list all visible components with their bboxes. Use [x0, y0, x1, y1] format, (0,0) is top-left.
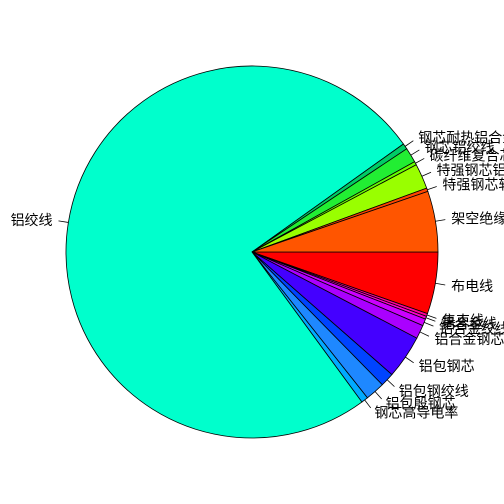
slice-label: 特强钢芯软铝	[442, 177, 504, 193]
slice-leader-line	[424, 321, 434, 327]
slice-label: 铝包钢芯	[419, 359, 475, 375]
slice-leader-line	[410, 149, 420, 156]
slice-leader-line	[374, 391, 382, 400]
slice-label: 铝绞线	[11, 212, 53, 229]
slice-label: 特强钢芯铝合金	[437, 163, 504, 179]
slice-label: 钢芯高导电率	[374, 405, 458, 422]
slice-leader-line	[405, 356, 414, 364]
slice-label: 铝合金钢芯	[434, 332, 504, 348]
slice-leader-line	[386, 379, 395, 387]
slice-label: 布电线	[451, 279, 493, 295]
pie-chart-canvas: 布电线集束线铝合金线铝合金绞线铝合金钢芯铝包钢芯铝包钢绞线铝包殷钢芯钢芯高导电率…	[11, 65, 504, 439]
slice-leader-line	[425, 317, 436, 322]
slice-leader-line	[427, 186, 437, 191]
slice-leader-line	[421, 171, 432, 177]
slice-leader-line	[415, 158, 425, 164]
slice-leader-line	[364, 399, 372, 409]
slice-leader-line	[435, 219, 446, 222]
slice-label: 架空绝缘线	[451, 212, 504, 228]
slice-leader-line	[435, 282, 446, 286]
pie-chart: 布电线 集束线 铝合金线 铝合金绞线 铝合金钢芯 铝包钢芯 铝包钢绞线 铝包殷钢芯 钢芯高导电率…	[0, 0, 504, 504]
slice-leader-line	[426, 314, 437, 319]
slice-leader-line	[58, 220, 69, 223]
slices-layer	[65, 65, 439, 439]
slice-leader-line	[419, 331, 430, 337]
slice-leader-line	[404, 140, 414, 147]
